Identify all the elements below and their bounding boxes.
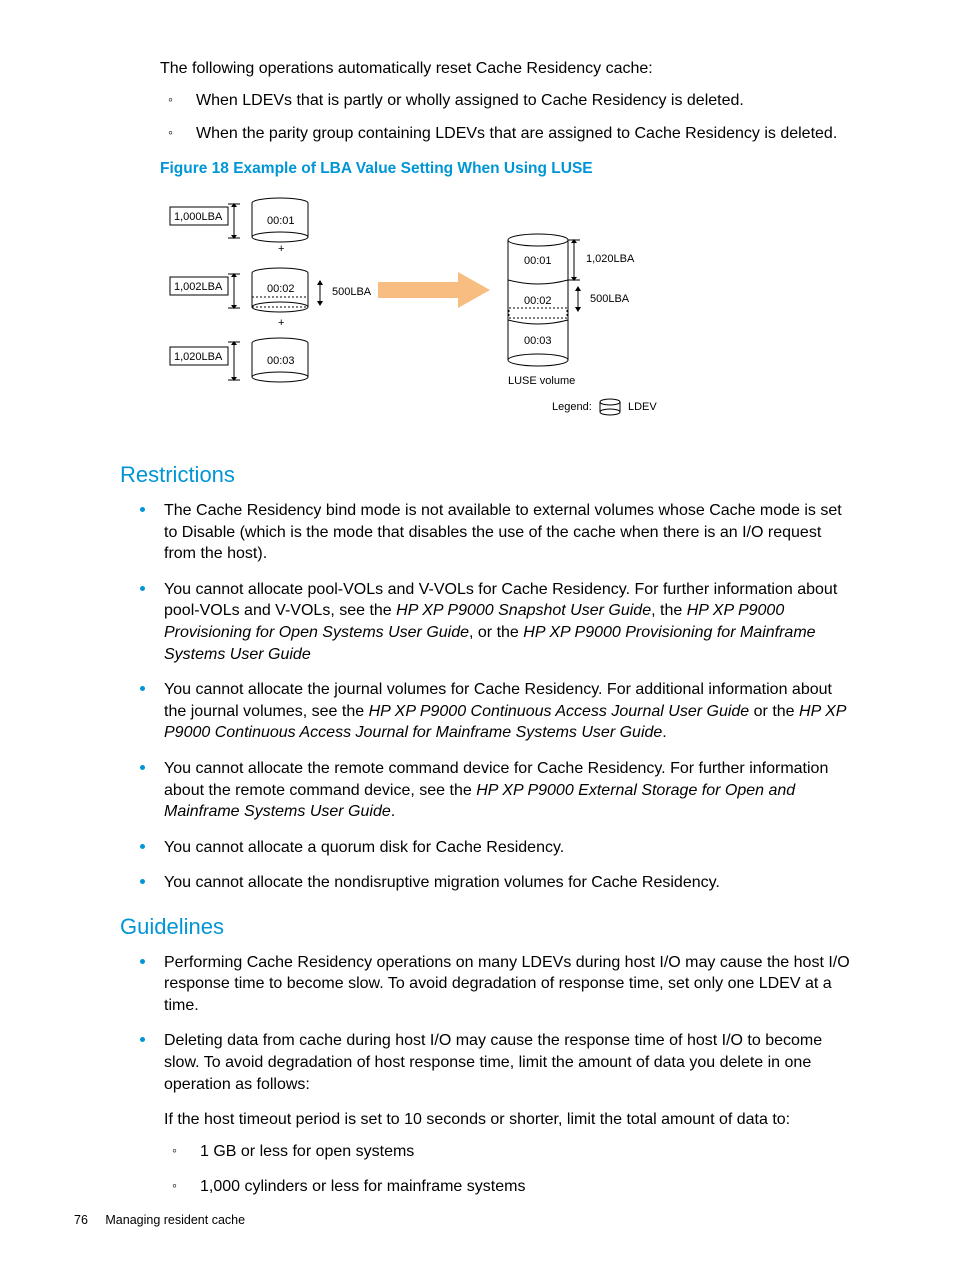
legend-item: LDEV	[628, 401, 657, 413]
lba-label: 1,020LBA	[174, 351, 223, 363]
doc-title-italic: HP XP P9000 External Storage for Open an…	[164, 782, 795, 821]
cylinder-label: 00:02	[267, 283, 295, 295]
mid-lba-label: 500LBA	[590, 293, 630, 305]
legend-word: Legend:	[552, 401, 592, 413]
reset-ops-list: When LDEVs that is partly or wholly assi…	[160, 90, 856, 145]
guidelines-heading: Guidelines	[120, 912, 856, 942]
guidelines-subintro: If the host timeout period is set to 10 …	[164, 1109, 856, 1131]
list-item: You cannot allocate a quorum disk for Ca…	[164, 837, 856, 859]
intro-text: The following operations automatically r…	[160, 58, 856, 80]
list-item: When LDEVs that is partly or wholly assi…	[196, 90, 856, 112]
restrictions-heading: Restrictions	[120, 460, 856, 490]
lba-label: 1,020LBA	[586, 253, 635, 265]
page-number: 76	[74, 1213, 88, 1227]
doc-title-italic: HP XP P9000 Continuous Access Journal Us…	[369, 703, 750, 720]
list-item: You cannot allocate the journal volumes …	[164, 679, 856, 744]
figure-caption: Figure 18 Example of LBA Value Setting W…	[160, 159, 856, 180]
page-footer: 76 Managing resident cache	[74, 1212, 245, 1229]
plus-sign: +	[278, 317, 284, 329]
list-item: The Cache Residency bind mode is not ava…	[164, 500, 856, 565]
footer-title: Managing resident cache	[105, 1213, 245, 1227]
lba-label: 1,002LBA	[174, 281, 223, 293]
list-item: You cannot allocate the remote command d…	[164, 758, 856, 823]
restrictions-list: The Cache Residency bind mode is not ava…	[120, 500, 856, 894]
list-item: You cannot allocate the nondisruptive mi…	[164, 872, 856, 894]
cylinder-label: 00:01	[267, 215, 295, 227]
list-item: Deleting data from cache during host I/O…	[164, 1030, 856, 1095]
guidelines-list: Performing Cache Residency operations on…	[120, 952, 856, 1096]
list-item: Performing Cache Residency operations on…	[164, 952, 856, 1017]
cylinder-label: 00:02	[524, 295, 552, 307]
cylinder-label: 00:01	[524, 255, 552, 267]
doc-title-italic: HP XP P9000 Snapshot User Guide	[396, 602, 651, 619]
luse-label: LUSE volume	[508, 375, 575, 387]
list-item: You cannot allocate pool-VOLs and V-VOLs…	[164, 579, 856, 665]
plus-sign: +	[278, 243, 284, 255]
page: The following operations automatically r…	[0, 0, 954, 1271]
lba-label: 1,000LBA	[174, 211, 223, 223]
list-item: 1,000 cylinders or less for mainframe sy…	[200, 1176, 856, 1198]
cylinder-label: 00:03	[524, 335, 552, 347]
cylinder-label: 00:03	[267, 355, 295, 367]
guidelines-sublist: 1 GB or less for open systems 1,000 cyli…	[164, 1141, 856, 1198]
list-item: 1 GB or less for open systems	[200, 1141, 856, 1163]
list-item: When the parity group containing LDEVs t…	[196, 123, 856, 145]
mid-lba-label: 500LBA	[332, 286, 372, 298]
figure-diagram: 1,000LBA 00:01 + 1,002LBA 00:02 500LBA +	[160, 188, 856, 439]
